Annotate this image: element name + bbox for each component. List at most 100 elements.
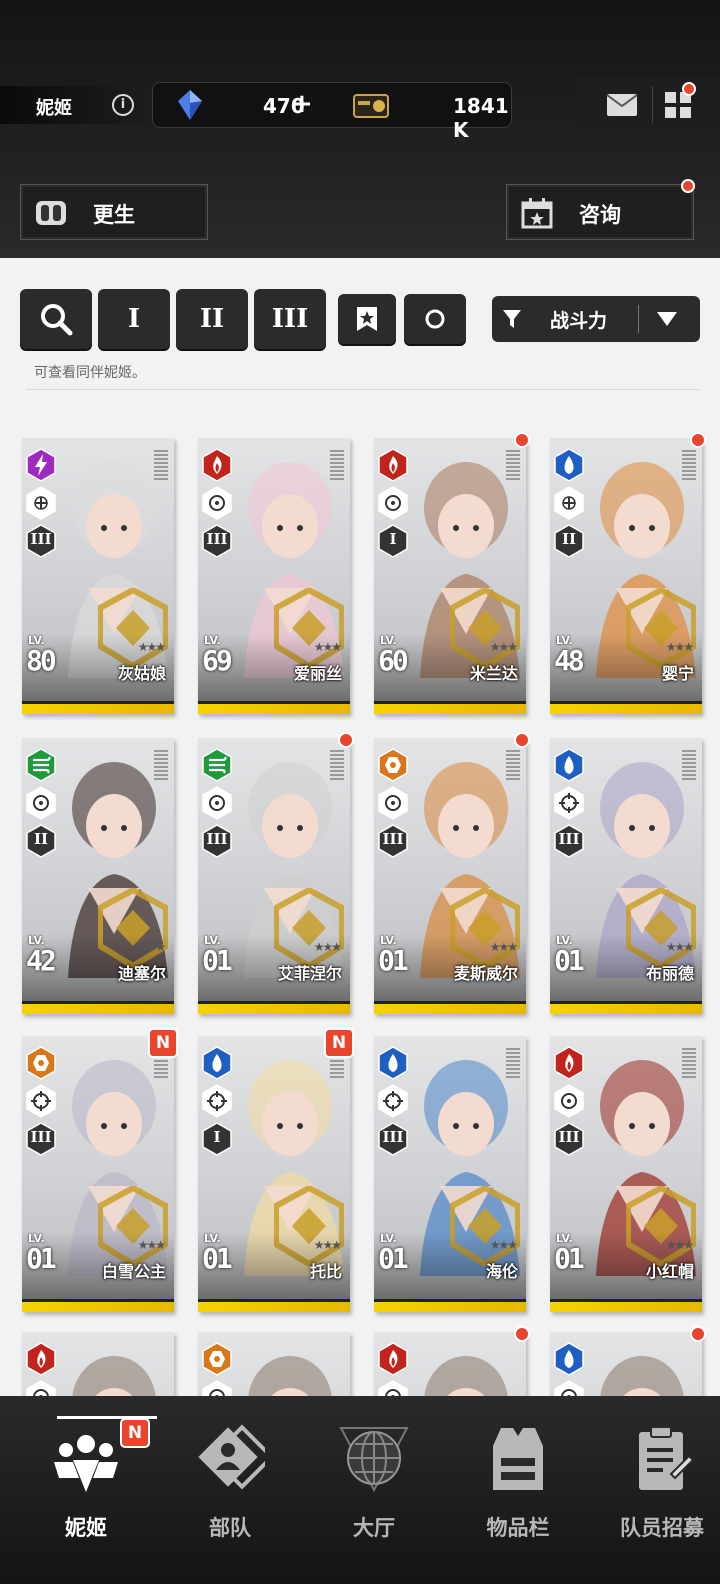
filter-funnel-icon [503,310,521,328]
nikke-people-icon [54,1435,118,1492]
rarity-bar [198,1001,350,1014]
new-badge: N [120,1418,150,1448]
barcode-decoration [682,750,696,780]
target-icon [202,486,232,520]
hint-text: 可查看同伴妮姬。 [34,365,146,381]
crosshair-icon [378,1084,408,1118]
credit-card-icon [353,94,389,118]
nikke-card[interactable]: I ★★★ LV. 60 米兰达 [374,438,526,714]
burst-badge: III [378,1122,408,1156]
rarity-bar [22,1001,174,1014]
star-rating: ★★★ [489,640,518,654]
nav-squad[interactable]: 部队 [158,1396,302,1584]
water-element-icon [554,1342,584,1376]
filter-burst-2[interactable]: II [176,289,248,349]
nikke-card[interactable]: III ★★★ LV. 01 麦斯威尔 [374,738,526,1014]
sort-dropdown[interactable]: 战斗力 [492,296,700,342]
character-name: 爱丽丝 [293,664,342,683]
character-name: 小红帽 [645,1262,694,1281]
star-rating: ★★★ [489,1238,518,1252]
nikke-card[interactable]: III ★★★ LV. 01 海伦 [374,1036,526,1312]
nav-label: 队员招募 [620,1516,704,1540]
wind-element-icon [26,748,56,782]
currency-bar: 470 + 1841 K [152,82,512,142]
water-element-icon [202,1046,232,1080]
rebirth-button[interactable]: 更生 [20,184,208,240]
filter-burst-3[interactable]: III [254,289,326,349]
search-button[interactable] [20,289,92,349]
sort-label: 战斗力 [550,310,608,332]
star-rating: ★★★ [313,1238,342,1252]
nav-label: 部队 [209,1516,251,1540]
rebirth-label: 更生 [93,203,135,227]
nikke-card[interactable]: III ★★★ LV. 80 灰姑娘 [22,438,174,714]
character-name: 灰姑娘 [117,664,166,683]
nikke-card[interactable]: III ★★★ LV. 01 白雪公主 [22,1036,174,1312]
rarity-bar [550,701,702,714]
fire-element-icon [202,448,232,482]
nav-label: 物品栏 [486,1516,550,1540]
nikke-card-partial[interactable] [550,1332,702,1396]
iron-element-icon [378,748,408,782]
barcode-decoration [506,450,520,480]
level-number: 01 [202,944,233,977]
barcode-decoration [506,1048,520,1078]
star-rating: ★★★ [137,940,166,954]
mail-icon[interactable] [606,93,638,117]
nikke-card[interactable]: III ★★★ LV. 01 布丽德 [550,738,702,1014]
star-rating: ★★★ [665,940,694,954]
nikke-card[interactable]: III ★★★ LV. 01 艾菲涅尔 [198,738,350,1014]
character-name: 海伦 [485,1262,518,1281]
nav-recruit[interactable]: 队员招募 [590,1396,720,1584]
notification-dot [514,1326,530,1342]
nikke-card[interactable]: III ★★★ LV. 01 小红帽 [550,1036,702,1312]
nikke-card-partial[interactable] [198,1332,350,1396]
nikke-card[interactable]: II ★★★ LV. 48 婴宁 [550,438,702,714]
gem-icon [178,90,202,120]
notification-dot [338,732,354,748]
nikke-card-partial[interactable] [22,1332,174,1396]
info-icon[interactable]: i [112,94,134,116]
rarity-bar [22,1299,174,1312]
burst-badge: II [554,524,584,558]
notification-dot [681,179,695,193]
nav-lobby[interactable]: 大厅 [302,1396,446,1584]
burst-level: III [30,1128,52,1146]
nikke-card[interactable]: I ★★★ LV. 01 托比 [198,1036,350,1312]
favorite-filter-button[interactable] [338,294,396,344]
nikke-card[interactable]: II ★★★ LV. 42 迪塞尔 [22,738,174,1014]
sniper-icon [26,486,56,520]
burst-badge: III [26,524,56,558]
burst-level: III [382,830,404,848]
barcode-decoration [330,750,344,780]
circle-filter-button[interactable] [404,294,466,344]
nav-nikke[interactable]: N 妮姬 [14,1396,158,1584]
weapon-icon [26,1380,56,1396]
burst-badge: III [202,824,232,858]
chevron-down-icon [657,312,677,326]
star-rating: ★★★ [137,1238,166,1252]
character-name: 米兰达 [469,664,518,683]
add-gems-button[interactable]: + [291,89,313,119]
level-number: 01 [554,944,585,977]
barcode-decoration [154,450,168,480]
fire-element-icon [26,1342,56,1376]
character-name: 布丽德 [645,964,694,983]
nikke-card[interactable]: III ★★★ LV. 69 爱丽丝 [198,438,350,714]
credit-count: 1841 K [453,94,509,142]
burst-level: II [33,830,49,848]
level-number: 69 [202,644,233,677]
weapon-icon [202,1380,232,1396]
burst-level: III [206,530,228,548]
nav-inventory[interactable]: 物品栏 [446,1396,590,1584]
sniper-icon [554,486,584,520]
consult-button[interactable]: 咨询 [506,179,695,240]
filter-burst-1[interactable]: I [98,289,170,349]
rarity-bar [550,1001,702,1014]
divider [638,305,639,333]
notification-dot [682,82,696,96]
rarity-bar [374,1299,526,1312]
water-element-icon [554,448,584,482]
nikke-card-partial[interactable] [374,1332,526,1396]
search-icon [41,304,73,336]
